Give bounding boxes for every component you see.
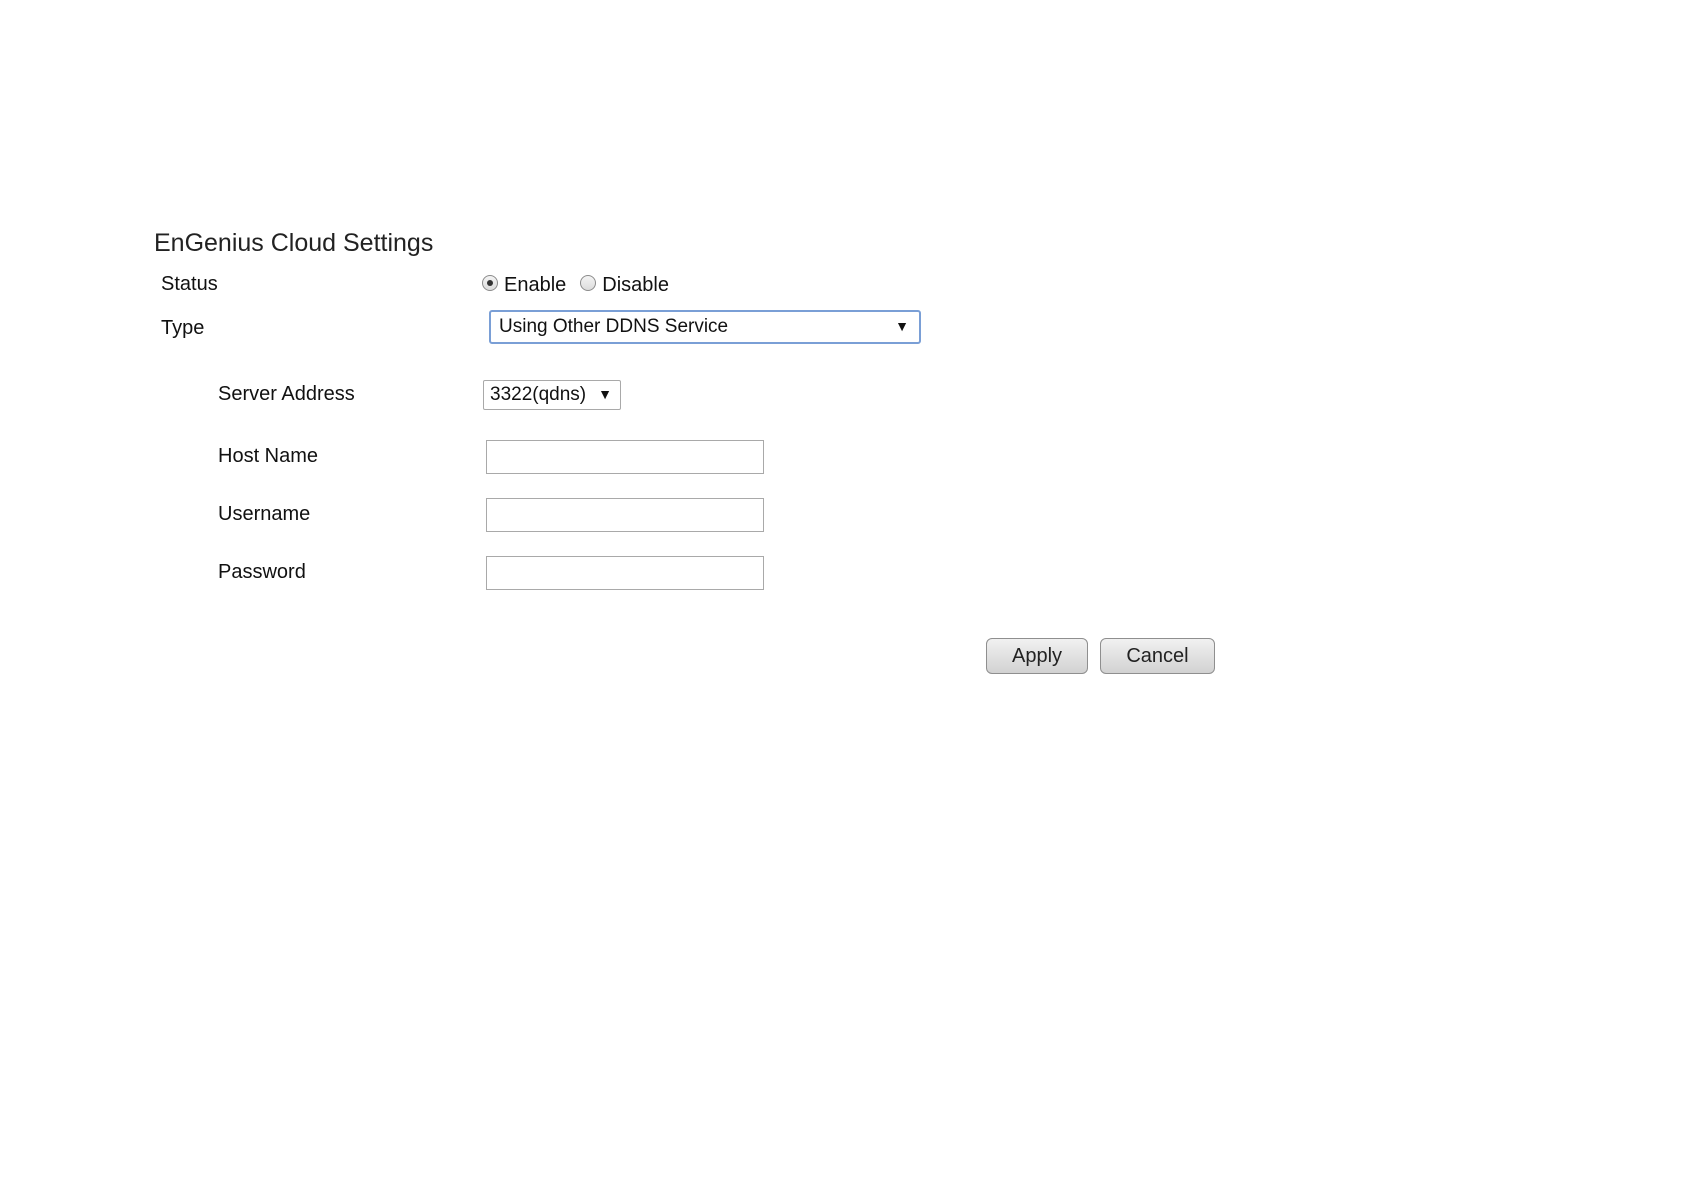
type-select-value: Using Other DDNS Service — [499, 316, 729, 337]
username-input[interactable] — [486, 498, 764, 532]
status-disable-label[interactable]: Disable — [602, 274, 669, 297]
type-label: Type — [161, 317, 205, 339]
radio-selected-dot — [487, 280, 493, 286]
status-enable-label[interactable]: Enable — [504, 274, 566, 297]
cancel-button[interactable]: Cancel — [1100, 638, 1215, 674]
server-address-label: Server Address — [218, 383, 355, 405]
type-select[interactable]: Using Other DDNS Service ▼ — [489, 310, 921, 344]
status-radio-group: Enable Disable — [482, 271, 683, 299]
host-name-input[interactable] — [486, 440, 764, 474]
server-address-value: 3322(qdns) — [490, 384, 587, 405]
server-address-select[interactable]: 3322(qdns) ▼ — [483, 380, 621, 410]
chevron-down-icon: ▼ — [895, 318, 909, 334]
host-name-label: Host Name — [218, 445, 319, 467]
chevron-down-icon: ▼ — [598, 386, 612, 402]
status-enable-radio[interactable] — [482, 275, 498, 291]
page-title: EnGenius Cloud Settings — [154, 229, 434, 257]
password-label: Password — [218, 561, 306, 583]
status-disable-radio[interactable] — [580, 275, 597, 291]
username-label: Username — [218, 503, 311, 525]
apply-button[interactable]: Apply — [986, 638, 1088, 674]
password-input[interactable] — [486, 556, 764, 590]
status-label: Status — [161, 273, 218, 295]
